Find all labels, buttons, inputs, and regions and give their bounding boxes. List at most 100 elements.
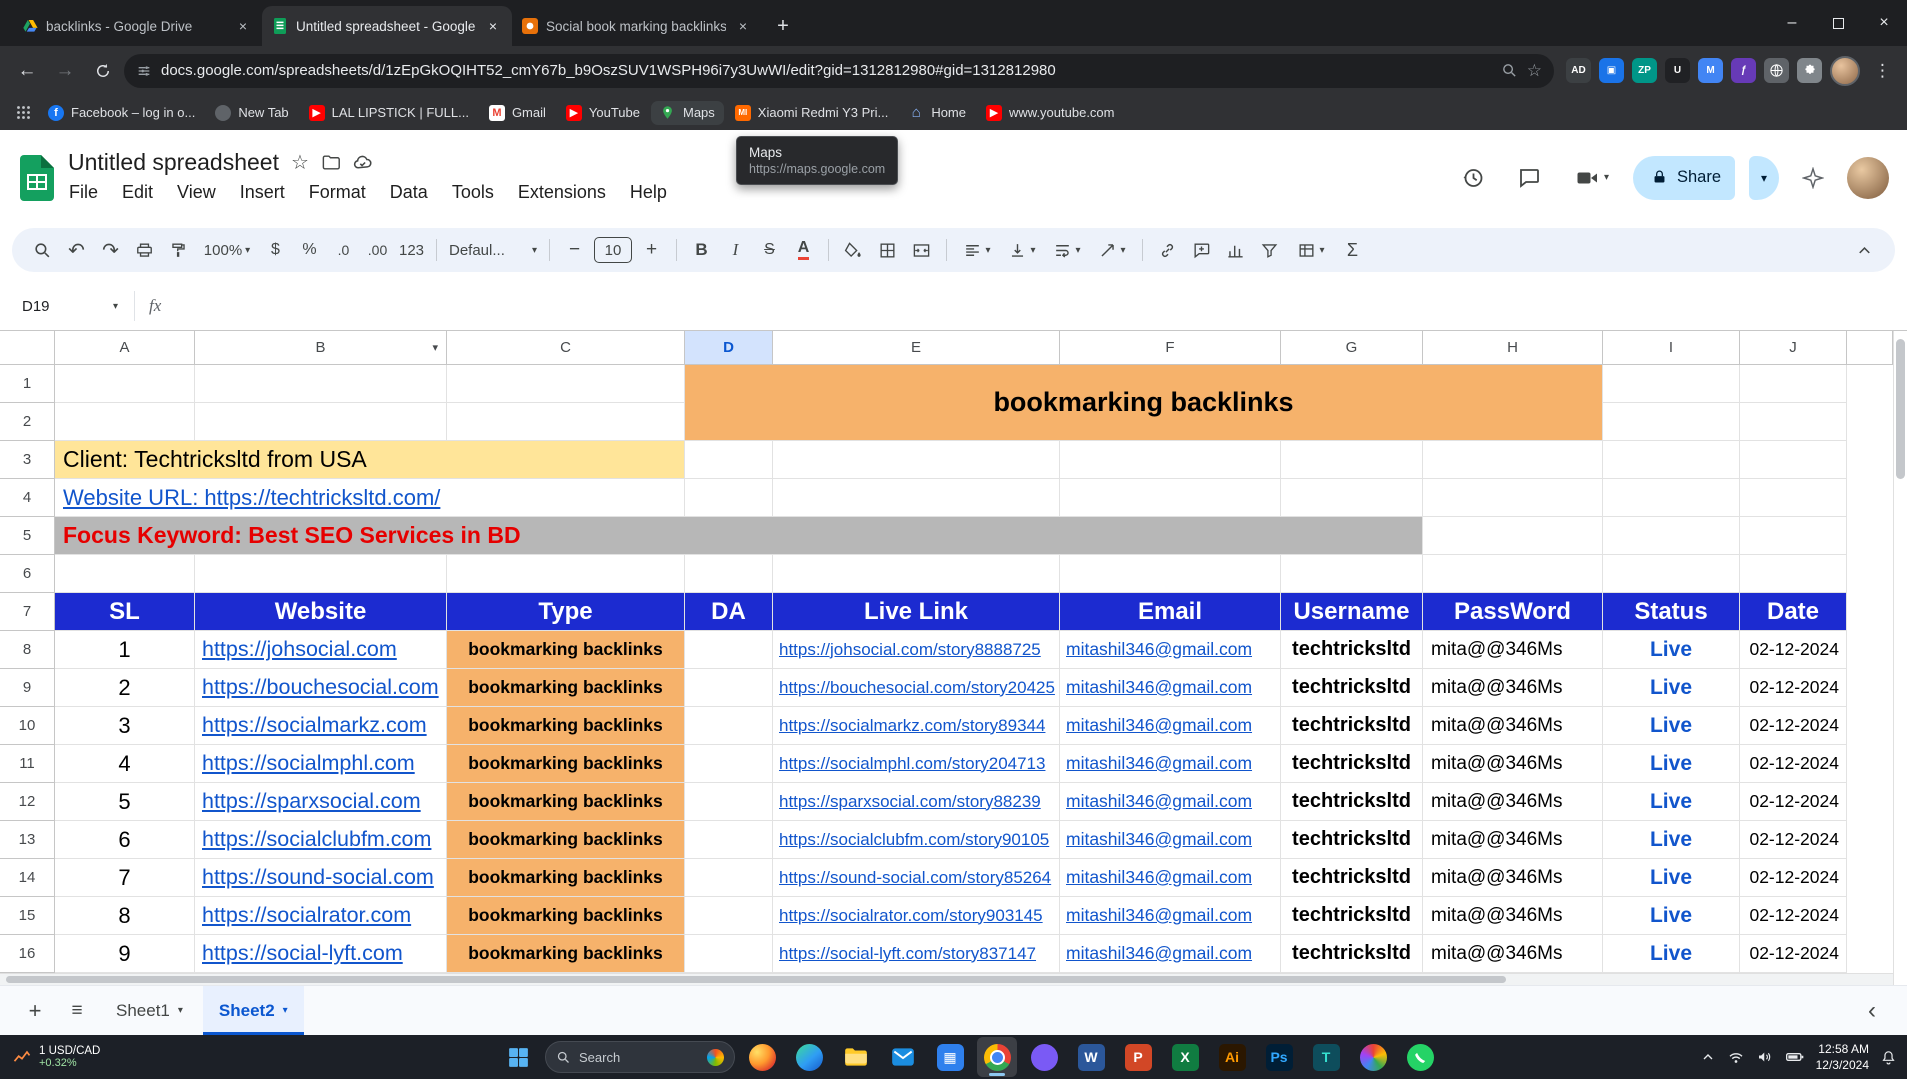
- vertical-scrollbar-thumb[interactable]: [1896, 339, 1905, 479]
- cell-type-row11[interactable]: bookmarking backlinks: [447, 745, 685, 783]
- cell-username-row10[interactable]: techtricksltd: [1281, 707, 1423, 745]
- cell-password-row11[interactable]: mita@@346Ms: [1423, 745, 1603, 783]
- extension-icon-zp[interactable]: ZP: [1632, 58, 1657, 83]
- taskbar-app-illustrator[interactable]: Ai: [1212, 1037, 1252, 1077]
- account-avatar[interactable]: [1847, 157, 1889, 199]
- more-formats-button[interactable]: 123: [395, 234, 428, 267]
- cell-da-row13[interactable]: [685, 821, 773, 859]
- window-minimize-button[interactable]: –: [1769, 0, 1815, 46]
- cell-status-row10[interactable]: Live: [1603, 707, 1740, 745]
- row-header-8[interactable]: 8: [0, 631, 55, 669]
- cell-password-row12[interactable]: mita@@346Ms: [1423, 783, 1603, 821]
- cell-da-row10[interactable]: [685, 707, 773, 745]
- reload-button[interactable]: [86, 54, 120, 88]
- functions-button[interactable]: Σ: [1336, 234, 1369, 267]
- cell-website-row8[interactable]: https://johsocial.com: [195, 631, 447, 669]
- banner-cell[interactable]: bookmarking backlinks: [685, 365, 1603, 441]
- empty-cell[interactable]: [685, 555, 773, 593]
- meet-camera-icon[interactable]: ▾: [1563, 156, 1621, 200]
- new-tab-button[interactable]: +: [768, 11, 798, 41]
- cell-sl-row10[interactable]: 3: [55, 707, 195, 745]
- menu-data[interactable]: Data: [379, 179, 439, 206]
- bookmark-gmail[interactable]: M Gmail: [480, 101, 555, 125]
- sheet-tab-sheet1[interactable]: Sheet1 ▾: [100, 986, 199, 1035]
- cell-email-row13[interactable]: mitashil346@gmail.com: [1060, 821, 1281, 859]
- bold-button[interactable]: B: [685, 234, 718, 267]
- cell-type-row16[interactable]: bookmarking backlinks: [447, 935, 685, 973]
- cell-da-row9[interactable]: [685, 669, 773, 707]
- cell-status-row11[interactable]: Live: [1603, 745, 1740, 783]
- menu-format[interactable]: Format: [298, 179, 377, 206]
- empty-cell[interactable]: [1740, 441, 1847, 479]
- empty-cell[interactable]: [685, 441, 773, 479]
- cell-password-row16[interactable]: mita@@346Ms: [1423, 935, 1603, 973]
- tab-close-icon[interactable]: ×: [234, 17, 252, 35]
- cell-username-row14[interactable]: techtricksltd: [1281, 859, 1423, 897]
- cell-email-row12[interactable]: mitashil346@gmail.com: [1060, 783, 1281, 821]
- empty-cell[interactable]: [55, 555, 195, 593]
- cell-live-link-row13[interactable]: https://socialclubfm.com/story90105: [773, 821, 1060, 859]
- taskbar-search-box[interactable]: Search: [545, 1041, 735, 1073]
- vertical-align-button[interactable]: ▾: [1000, 234, 1044, 267]
- empty-cell[interactable]: [1740, 479, 1847, 517]
- cell-type-row14[interactable]: bookmarking backlinks: [447, 859, 685, 897]
- cell-email-row15[interactable]: mitashil346@gmail.com: [1060, 897, 1281, 935]
- browser-profile-avatar[interactable]: [1830, 56, 1860, 86]
- row-header-2[interactable]: 2: [0, 403, 55, 441]
- empty-cell[interactable]: [195, 555, 447, 593]
- insert-chart-button[interactable]: [1219, 234, 1252, 267]
- font-size-input[interactable]: 10: [594, 237, 632, 263]
- cell-da-row14[interactable]: [685, 859, 773, 897]
- cell-email-row8[interactable]: mitashil346@gmail.com: [1060, 631, 1281, 669]
- italic-button[interactable]: I: [719, 234, 752, 267]
- taskbar-app-excel[interactable]: X: [1165, 1037, 1205, 1077]
- name-box[interactable]: D19 ▾: [14, 298, 126, 315]
- empty-cell[interactable]: [1423, 555, 1603, 593]
- table-header-email[interactable]: Email: [1060, 593, 1281, 631]
- star-document-icon[interactable]: ☆: [291, 150, 309, 175]
- browser-menu-icon[interactable]: ⋮: [1868, 61, 1897, 81]
- bookmark-maps[interactable]: Maps: [651, 101, 724, 125]
- cell-live-link-row14[interactable]: https://sound-social.com/story85264: [773, 859, 1060, 897]
- cell-da-row16[interactable]: [685, 935, 773, 973]
- empty-cell[interactable]: [1423, 479, 1603, 517]
- insert-comment-button[interactable]: [1185, 234, 1218, 267]
- column-header-A[interactable]: A: [55, 331, 195, 365]
- gemini-sparkle-icon[interactable]: [1791, 156, 1835, 200]
- cell-da-row8[interactable]: [685, 631, 773, 669]
- empty-cell[interactable]: [1423, 441, 1603, 479]
- scroll-sheets-left-icon[interactable]: ‹: [1853, 992, 1891, 1030]
- empty-cell[interactable]: [1060, 441, 1281, 479]
- empty-cell[interactable]: [1603, 479, 1740, 517]
- empty-cell[interactable]: [195, 403, 447, 441]
- font-select[interactable]: Defaul... ▾: [445, 234, 541, 267]
- table-header-password[interactable]: PassWord: [1423, 593, 1603, 631]
- empty-cell[interactable]: [773, 479, 1060, 517]
- cell-password-row10[interactable]: mita@@346Ms: [1423, 707, 1603, 745]
- website-url-cell[interactable]: Website URL: https://techtricksltd.com/: [55, 479, 685, 517]
- cell-da-row15[interactable]: [685, 897, 773, 935]
- wifi-icon[interactable]: [1727, 1048, 1745, 1066]
- volume-icon[interactable]: [1756, 1048, 1774, 1066]
- cell-sl-row8[interactable]: 1: [55, 631, 195, 669]
- extension-icon-m[interactable]: M: [1698, 58, 1723, 83]
- empty-cell[interactable]: [1603, 555, 1740, 593]
- tray-chevron-up-icon[interactable]: [1700, 1049, 1716, 1065]
- taskbar-app-edge[interactable]: [789, 1037, 829, 1077]
- text-rotation-button[interactable]: ▾: [1090, 234, 1134, 267]
- cell-sl-row12[interactable]: 5: [55, 783, 195, 821]
- empty-cell[interactable]: [1060, 479, 1281, 517]
- cell-live-link-row10[interactable]: https://socialmarkz.com/story89344: [773, 707, 1060, 745]
- row-header-4[interactable]: 4: [0, 479, 55, 517]
- url-text[interactable]: docs.google.com/spreadsheets/d/1zEpGkOQI…: [161, 62, 1492, 79]
- extension-icon-adblock[interactable]: AD: [1566, 58, 1591, 83]
- cell-live-link-row9[interactable]: https://bouchesocial.com/story20425: [773, 669, 1060, 707]
- column-b-dropdown-icon[interactable]: ▾: [432, 341, 438, 354]
- format-percent-button[interactable]: %: [293, 234, 326, 267]
- cell-status-row13[interactable]: Live: [1603, 821, 1740, 859]
- menu-file[interactable]: File: [58, 179, 109, 206]
- empty-cell[interactable]: [1603, 365, 1740, 403]
- empty-cell[interactable]: [1740, 555, 1847, 593]
- browser-tab-spreadsheet[interactable]: Untitled spreadsheet - Google... ×: [262, 6, 512, 46]
- cell-da-row11[interactable]: [685, 745, 773, 783]
